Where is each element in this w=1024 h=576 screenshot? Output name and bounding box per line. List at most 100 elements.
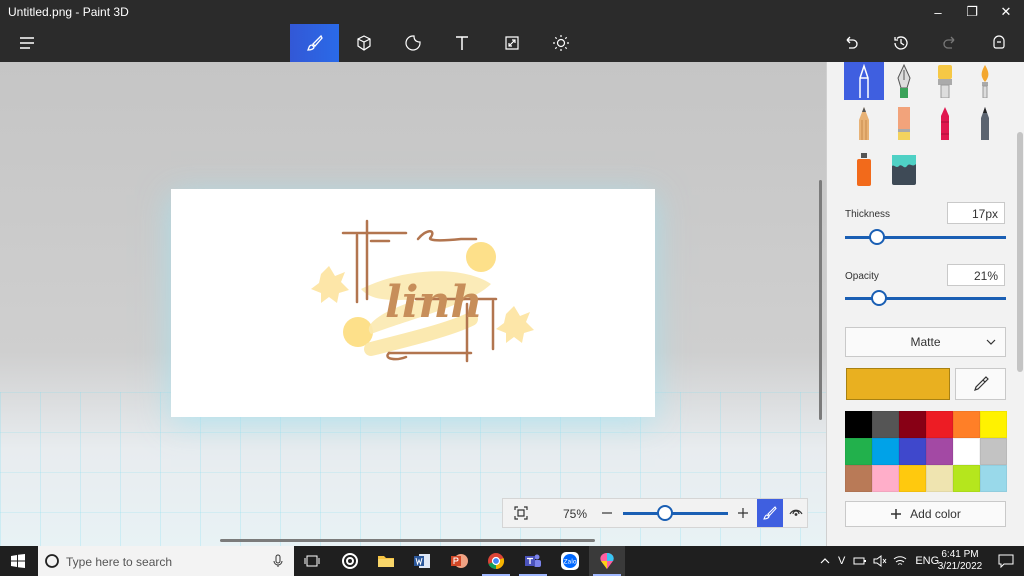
eyedropper-button[interactable] [955,368,1006,400]
oil-brush[interactable] [925,62,965,100]
color-swatch[interactable] [872,411,899,438]
zoom-in-button[interactable] [733,499,753,527]
taskbar-app-chrome[interactable] [478,546,514,576]
brushes-tool-button[interactable] [290,24,339,62]
color-swatch[interactable] [845,438,872,465]
drawing-canvas[interactable]: linh [171,189,655,417]
opacity-label: Opacity [845,271,879,282]
color-swatch[interactable] [872,438,899,465]
thickness-slider-thumb[interactable] [869,229,886,245]
notifications-button[interactable] [988,546,1024,576]
view-3d-button[interactable] [783,499,809,527]
pixel-pen-brush[interactable] [844,104,884,142]
panel-scrollbar[interactable] [1017,132,1023,372]
taskbar-search-box[interactable]: Type here to search [38,546,294,576]
volume-icon[interactable] [873,555,887,567]
add-color-label: Add color [910,507,961,521]
color-swatch[interactable] [845,465,872,492]
title-bar: Untitled.png - Paint 3D – ❐ ✕ [0,0,1024,24]
text-tool-button[interactable] [437,24,486,62]
maximize-button[interactable]: ❐ [955,0,989,24]
drawing-artwork: linh [311,219,534,363]
eraser-brush[interactable] [884,104,924,142]
fill-bucket-brush[interactable] [884,150,924,188]
color-swatch[interactable] [953,411,980,438]
system-tray: V ENG [820,546,939,576]
fit-screen-icon [514,506,528,520]
finish-value: Matte [910,335,941,349]
start-button[interactable] [0,546,36,576]
color-swatch[interactable] [980,465,1007,492]
taskbar-clock[interactable]: 6:41 PM 3/21/2022 [936,549,984,573]
stickers-tool-button[interactable] [388,24,437,62]
chevron-up-icon[interactable] [820,556,830,566]
crayon-brush[interactable] [925,104,965,142]
opacity-slider-track[interactable] [845,297,1006,300]
color-swatch[interactable] [899,438,926,465]
taskbar-app-teams[interactable] [515,546,551,576]
minimize-button[interactable]: – [921,0,955,24]
canvas-tool-button[interactable] [487,24,536,62]
powerpoint-icon [451,554,468,568]
menu-button[interactable] [2,24,51,62]
marker-brush[interactable] [844,62,884,100]
tray-v-label[interactable]: V [838,555,845,567]
taskbar-app-cortana[interactable] [332,546,368,576]
color-swatch[interactable] [980,438,1007,465]
marker-icon [859,64,869,98]
3d-shapes-tool-button[interactable] [339,24,388,62]
vertical-scrollbar[interactable] [819,180,822,420]
taskbar-app-zalo[interactable]: Zalo [552,546,588,576]
effects-tool-button[interactable] [536,24,585,62]
zoom-slider-thumb[interactable] [657,505,673,521]
fit-to-screen-button[interactable] [507,499,535,527]
yellow-star [496,306,534,343]
canvas-workspace[interactable]: linh 75% [0,62,826,546]
battery-icon[interactable] [853,556,867,566]
color-swatch[interactable] [953,465,980,492]
opacity-input[interactable]: 21% [947,264,1005,286]
color-swatch[interactable] [980,411,1007,438]
history-button[interactable] [876,24,925,62]
taskbar-app-file-explorer[interactable] [368,546,404,576]
taskbar-app-word[interactable] [404,546,440,576]
opacity-slider-thumb[interactable] [870,290,887,306]
undo-button[interactable] [826,24,875,62]
eye-icon [789,509,803,516]
taskbar-app-powerpoint[interactable] [441,546,477,576]
3d-shapes-icon [356,35,371,51]
pencil-brush[interactable] [965,104,1005,142]
fill-bucket-icon [892,155,916,185]
thickness-input[interactable]: 17px [947,202,1005,224]
horizontal-scrollbar[interactable] [220,539,595,542]
chrome-icon [488,553,505,570]
color-swatch[interactable] [872,465,899,492]
paint-3d-icon [600,553,614,569]
zoom-out-button[interactable] [597,499,617,527]
calligraphy-pen-icon [897,64,911,98]
taskbar-app-paint-3d[interactable] [589,546,625,576]
redo-button[interactable] [925,24,974,62]
color-swatch[interactable] [899,465,926,492]
yellow-star [311,266,349,303]
color-swatch[interactable] [926,438,953,465]
color-swatch[interactable] [953,438,980,465]
wifi-icon[interactable] [893,555,907,567]
brush-mode-button[interactable] [757,499,783,527]
task-view-button[interactable] [294,546,330,576]
color-swatch[interactable] [899,411,926,438]
color-swatch[interactable] [926,465,953,492]
watercolor-brush[interactable] [965,62,1005,100]
pencil-icon [859,107,869,140]
mixed-reality-button[interactable] [974,24,1023,62]
spray-can-brush[interactable] [844,150,884,188]
calligraphy-pen-brush[interactable] [884,62,924,100]
color-swatch[interactable] [926,411,953,438]
color-swatch[interactable] [845,411,872,438]
current-color-swatch[interactable] [846,368,950,400]
finish-dropdown[interactable]: Matte [845,327,1006,357]
zoom-slider-track[interactable] [623,512,728,515]
close-button[interactable]: ✕ [989,0,1023,24]
zoom-value: 75% [563,507,588,521]
add-color-button[interactable]: Add color [845,501,1006,527]
